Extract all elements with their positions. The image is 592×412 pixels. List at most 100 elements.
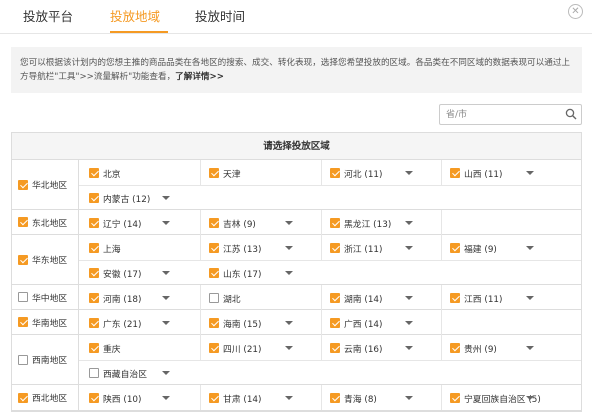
region-checkbox[interactable]: 华南地区	[18, 316, 67, 329]
chevron-down-icon[interactable]	[405, 246, 413, 250]
checkbox-icon[interactable]	[450, 243, 460, 253]
chevron-down-icon[interactable]	[526, 346, 534, 350]
checkbox-icon[interactable]	[450, 168, 460, 178]
checkbox-icon[interactable]	[89, 218, 99, 228]
chevron-down-icon[interactable]	[405, 321, 413, 325]
province-checkbox[interactable]: 上海	[89, 241, 121, 255]
checkbox-icon[interactable]	[18, 392, 28, 403]
chevron-down-icon[interactable]	[526, 246, 534, 250]
chevron-down-icon[interactable]	[162, 296, 170, 300]
province-checkbox[interactable]: 浙江 (11)	[330, 241, 382, 255]
province-checkbox[interactable]: 广东 (21)	[89, 316, 141, 330]
checkbox-icon[interactable]	[209, 293, 219, 303]
province-checkbox[interactable]: 海南 (15)	[209, 316, 261, 330]
checkbox-icon[interactable]	[330, 393, 340, 403]
checkbox-icon[interactable]	[89, 268, 99, 278]
checkbox-icon[interactable]	[209, 318, 219, 328]
province-checkbox[interactable]: 内蒙古 (12)	[89, 191, 150, 205]
checkbox-icon[interactable]	[330, 293, 340, 303]
chevron-down-icon[interactable]	[526, 396, 534, 400]
province-checkbox[interactable]: 黑龙江 (13)	[330, 216, 391, 230]
chevron-down-icon[interactable]	[405, 221, 413, 225]
chevron-down-icon[interactable]	[526, 171, 534, 175]
chevron-down-icon[interactable]	[285, 221, 293, 225]
checkbox-icon[interactable]	[330, 318, 340, 328]
chevron-down-icon[interactable]	[162, 196, 170, 200]
province-checkbox[interactable]: 河南 (18)	[89, 291, 141, 305]
search-input[interactable]	[440, 105, 562, 124]
province-checkbox[interactable]: 福建 (9)	[450, 241, 497, 255]
checkbox-icon[interactable]	[89, 393, 99, 403]
checkbox-icon[interactable]	[18, 254, 28, 265]
province-checkbox[interactable]: 广西 (14)	[330, 316, 382, 330]
region-checkbox[interactable]: 华北地区	[18, 178, 67, 191]
chevron-down-icon[interactable]	[285, 271, 293, 275]
chevron-down-icon[interactable]	[285, 321, 293, 325]
province-checkbox[interactable]: 湖北	[209, 291, 241, 305]
region-checkbox[interactable]: 西南地区	[18, 353, 67, 366]
province-checkbox[interactable]: 湖南 (14)	[330, 291, 382, 305]
checkbox-icon[interactable]	[209, 168, 219, 178]
province-checkbox[interactable]: 江苏 (13)	[209, 241, 261, 255]
tab-time[interactable]: 投放时间	[195, 6, 245, 25]
checkbox-icon[interactable]	[209, 343, 219, 353]
checkbox-icon[interactable]	[18, 317, 28, 327]
province-checkbox[interactable]: 青海 (8)	[330, 391, 377, 405]
checkbox-icon[interactable]	[209, 393, 219, 403]
province-checkbox[interactable]: 山东 (17)	[209, 266, 261, 280]
search-icon[interactable]	[565, 108, 577, 120]
province-checkbox[interactable]: 四川 (21)	[209, 341, 261, 355]
checkbox-icon[interactable]	[18, 179, 28, 190]
chevron-down-icon[interactable]	[526, 296, 534, 300]
province-checkbox[interactable]: 云南 (16)	[330, 341, 382, 355]
checkbox-icon[interactable]	[89, 193, 99, 203]
province-checkbox[interactable]: 河北 (11)	[330, 166, 382, 180]
checkbox-icon[interactable]	[209, 268, 219, 278]
checkbox-icon[interactable]	[89, 243, 99, 253]
chevron-down-icon[interactable]	[405, 396, 413, 400]
province-checkbox[interactable]: 安徽 (17)	[89, 266, 141, 280]
chevron-down-icon[interactable]	[285, 396, 293, 400]
checkbox-icon[interactable]	[450, 293, 460, 303]
province-checkbox[interactable]: 陕西 (10)	[89, 391, 141, 405]
province-checkbox[interactable]: 北京	[89, 166, 121, 180]
region-checkbox[interactable]: 西北地区	[18, 391, 67, 404]
chevron-down-icon[interactable]	[162, 396, 170, 400]
tab-region[interactable]: 投放地域	[110, 6, 160, 25]
province-checkbox[interactable]: 西藏自治区	[89, 366, 147, 380]
checkbox-icon[interactable]	[209, 243, 219, 253]
province-checkbox[interactable]: 吉林 (9)	[209, 216, 256, 230]
close-icon[interactable]: ✕	[568, 4, 583, 19]
province-checkbox[interactable]: 重庆	[89, 341, 121, 355]
checkbox-icon[interactable]	[330, 168, 340, 178]
province-checkbox[interactable]: 山西 (11)	[450, 166, 502, 180]
checkbox-icon[interactable]	[89, 343, 99, 353]
province-checkbox[interactable]: 辽宁 (14)	[89, 216, 141, 230]
chevron-down-icon[interactable]	[285, 246, 293, 250]
chevron-down-icon[interactable]	[405, 296, 413, 300]
checkbox-icon[interactable]	[89, 318, 99, 328]
region-checkbox[interactable]: 华东地区	[18, 253, 67, 266]
province-checkbox[interactable]: 甘肃 (14)	[209, 391, 261, 405]
checkbox-icon[interactable]	[89, 168, 99, 178]
checkbox-icon[interactable]	[330, 218, 340, 228]
province-checkbox[interactable]: 江西 (11)	[450, 291, 502, 305]
checkbox-icon[interactable]	[330, 343, 340, 353]
checkbox-icon[interactable]	[450, 343, 460, 353]
chevron-down-icon[interactable]	[162, 321, 170, 325]
checkbox-icon[interactable]	[18, 354, 28, 365]
chevron-down-icon[interactable]	[162, 271, 170, 275]
chevron-down-icon[interactable]	[285, 346, 293, 350]
province-checkbox[interactable]: 天津	[209, 166, 241, 180]
chevron-down-icon[interactable]	[162, 371, 170, 375]
checkbox-icon[interactable]	[330, 243, 340, 253]
checkbox-icon[interactable]	[18, 292, 28, 302]
learn-more-link[interactable]: 了解详情>>	[175, 72, 224, 82]
checkbox-icon[interactable]	[18, 217, 28, 227]
region-checkbox[interactable]: 东北地区	[18, 216, 67, 229]
tab-platform[interactable]: 投放平台	[23, 6, 73, 25]
region-checkbox[interactable]: 华中地区	[18, 291, 67, 304]
checkbox-icon[interactable]	[89, 368, 99, 378]
chevron-down-icon[interactable]	[162, 221, 170, 225]
chevron-down-icon[interactable]	[405, 346, 413, 350]
